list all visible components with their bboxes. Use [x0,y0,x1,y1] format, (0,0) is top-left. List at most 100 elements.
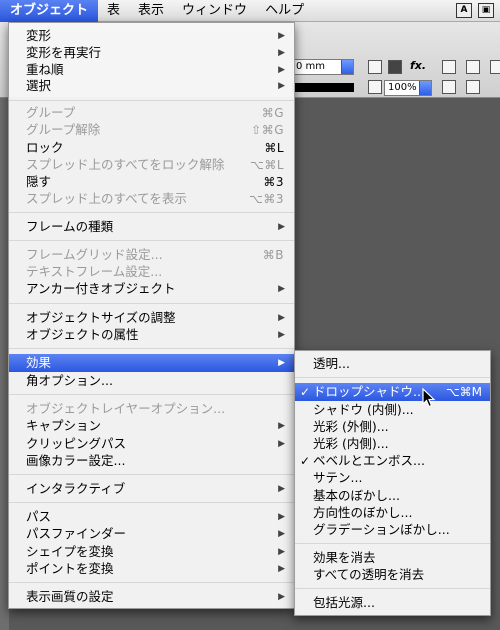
submenu-item-label: 方向性のぼかし... [313,505,413,520]
menu-object[interactable]: オブジェクト [0,0,99,22]
stroke-style-swatch[interactable] [292,83,354,92]
menu-item-group[interactable]: グループ ⌘G [9,104,294,122]
menu-item-label: 選択 [26,78,52,93]
menu-item-paths[interactable]: パス ▶ [9,508,294,526]
menu-item-label: ロック [26,140,64,155]
fx-icon[interactable]: fx. [410,59,426,72]
submenu-item-basic-feather[interactable]: 基本のぼかし... [295,487,490,505]
menu-item-label: 角オプション... [26,373,113,388]
menu-item-convert-shape[interactable]: シェイプを変換 ▶ [9,543,294,561]
submenu-item-gradient-feather[interactable]: グラデーションぼかし... [295,521,490,539]
distribute-icon[interactable] [442,80,456,94]
check-icon: ✓ [300,454,311,468]
submenu-arrow-icon: ▶ [278,48,285,58]
submenu-item-global-light[interactable]: 包括光源... [295,594,490,612]
menu-item-interactive[interactable]: インタラクティブ ▶ [9,480,294,498]
submenu-item-label: 基本のぼかし... [313,488,400,503]
menu-item-clipping-path[interactable]: クリッピングパス ▶ [9,435,294,453]
menu-item-label: テキストフレーム設定... [26,264,163,279]
submenu-arrow-icon: ▶ [278,284,285,294]
submenu-item-inner-glow[interactable]: 光彩 (内側)... [295,435,490,453]
menu-item-corner-options[interactable]: 角オプション... [9,372,294,390]
submenu-arrow-icon: ▶ [278,439,285,449]
submenu-item-label: すべての透明を消去 [313,567,425,582]
align-icon[interactable] [442,60,456,74]
shortcut-label: ⌘3 [263,175,284,189]
menu-item-select[interactable]: 選択 ▶ [9,77,294,95]
distribute-right-icon[interactable] [466,80,480,94]
menu-separator [9,212,294,213]
menu-item-label: スプレッド上のすべてをロック解除 [26,157,225,172]
submenu-item-inner-shadow[interactable]: シャドウ (内側)... [295,401,490,419]
menu-item-label: キャプション [26,418,102,433]
menu-item-convert-point[interactable]: ポイントを変換 ▶ [9,560,294,578]
menu-item-object-attributes[interactable]: オブジェクトの属性 ▶ [9,326,294,344]
opacity-icon [368,80,382,94]
menu-item-label: インタラクティブ [26,481,126,496]
submenu-item-outer-glow[interactable]: 光彩 (外側)... [295,418,490,436]
submenu-item-drop-shadow[interactable]: ✓ ドロップシャドウ... ⌥⌘M [295,383,490,401]
submenu-item-clear-all-transparency[interactable]: すべての透明を消去 [295,566,490,584]
submenu-item-label: 包括光源... [313,595,375,610]
shadow-icon[interactable] [388,60,402,74]
submenu-arrow-icon: ▶ [278,564,285,574]
menu-view[interactable]: 表示 [129,0,173,22]
submenu-item-label: グラデーションぼかし... [313,522,450,537]
shortcut-label: ⌥⌘L [249,158,284,172]
menu-item-effects[interactable]: 効果 ▶ [9,354,294,372]
shortcut-label: ⌥⌘3 [249,192,284,206]
shortcut-label: ⌘L [264,141,284,155]
menu-table[interactable]: 表 [98,0,129,22]
menu-item-transform-again[interactable]: 変形を再実行 ▶ [9,44,294,62]
frame-fit-icon[interactable] [368,60,382,74]
submenu-arrow-icon: ▶ [278,81,285,91]
menu-separator [9,474,294,475]
menu-window[interactable]: ウィンドウ [173,0,256,22]
menu-separator [295,588,490,589]
menu-separator [9,240,294,241]
menu-item-label: クリッピングパス [26,436,127,451]
align-right-icon[interactable] [466,60,480,74]
zoom-field[interactable]: 100% [384,80,432,96]
menu-item-show-all[interactable]: スプレッド上のすべてを表示 ⌥⌘3 [9,190,294,208]
menu-item-transform[interactable]: 変形 ▶ [9,27,294,45]
menu-item-object-layer-options[interactable]: オブジェクトレイヤーオプション... [9,400,294,418]
submenu-arrow-icon: ▶ [278,592,285,602]
submenu-item-clear-effects[interactable]: 効果を消去 [295,549,490,567]
menu-item-label: フレームの種類 [26,219,114,234]
screen-icon[interactable]: ▣ [478,3,494,18]
submenu-item-label: 光彩 (内側)... [313,436,389,451]
submenu-item-transparency[interactable]: 透明... [295,355,490,373]
offset-spinner[interactable] [341,60,353,74]
menu-item-label: グループ解除 [26,122,101,137]
submenu-item-label: サテン... [313,470,363,485]
menu-item-lock[interactable]: ロック ⌘L [9,139,294,157]
menu-item-pathfinder[interactable]: パスファインダー ▶ [9,525,294,543]
menu-item-label: ポイントを変換 [26,561,114,576]
menu-item-frame-type[interactable]: フレームの種類 ▶ [9,218,294,236]
menu-separator [9,100,294,101]
menu-item-unlock-all[interactable]: スプレッド上のすべてをロック解除 ⌥⌘L [9,156,294,174]
menu-item-image-color-settings[interactable]: 画像カラー設定... [9,452,294,470]
menu-help[interactable]: ヘルプ [256,0,313,22]
menu-item-text-frame-options[interactable]: テキストフレーム設定... [9,263,294,281]
menu-separator [9,348,294,349]
more-icon[interactable] [490,60,500,74]
submenu-item-bevel-emboss[interactable]: ✓ ベベルとエンボス... [295,452,490,470]
offset-field[interactable]: 0 mm [292,59,354,75]
menu-item-hide[interactable]: 隠す ⌘3 [9,173,294,191]
menu-item-frame-grid-options[interactable]: フレームグリッド設定... ⌘B [9,246,294,264]
zoom-spinner[interactable] [419,81,431,95]
menu-item-label: オブジェクトレイヤーオプション... [26,401,226,416]
submenu-item-satin[interactable]: サテン... [295,469,490,487]
menu-item-display-performance[interactable]: 表示画質の設定 ▶ [9,588,294,606]
a-icon[interactable]: A [456,3,472,18]
menu-item-anchored-object[interactable]: アンカー付きオブジェクト ▶ [9,280,294,298]
submenu-item-directional-feather[interactable]: 方向性のぼかし... [295,504,490,522]
menu-item-captions[interactable]: キャプション ▶ [9,417,294,435]
submenu-arrow-icon: ▶ [278,529,285,539]
submenu-arrow-icon: ▶ [278,31,285,41]
menu-item-ungroup[interactable]: グループ解除 ⇧⌘G [9,121,294,139]
menu-item-fitting[interactable]: オブジェクトサイズの調整 ▶ [9,309,294,327]
submenu-arrow-icon: ▶ [278,330,285,340]
